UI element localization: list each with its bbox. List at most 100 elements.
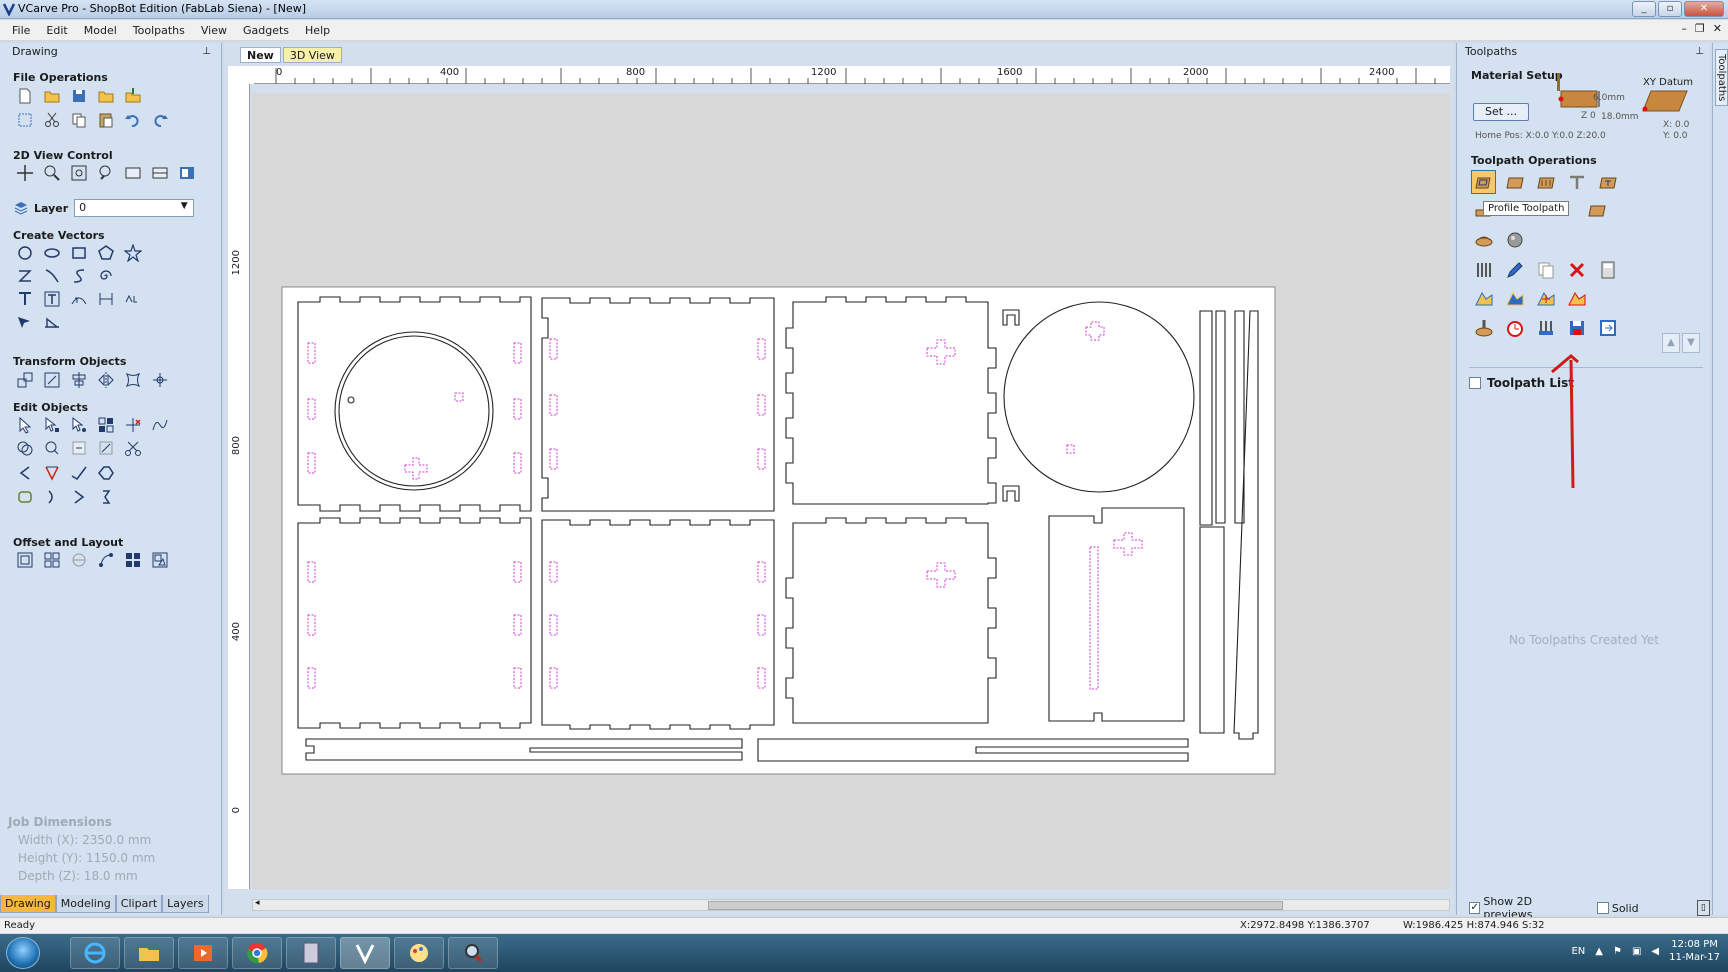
weld-icon[interactable] — [13, 437, 36, 459]
minimize-button[interactable]: _ — [1632, 1, 1656, 17]
distort-icon[interactable] — [121, 369, 144, 391]
move-up-icon[interactable]: ▲ — [1662, 333, 1680, 353]
dogbone-icon[interactable] — [40, 462, 63, 484]
time-estimate-icon[interactable] — [1502, 316, 1527, 340]
pan-icon[interactable] — [13, 162, 36, 184]
set-size-icon[interactable] — [40, 369, 63, 391]
zoom-out-icon[interactable] — [94, 162, 117, 184]
menu-model[interactable]: Model — [76, 24, 125, 37]
delete-toolpath-icon[interactable] — [1564, 258, 1589, 282]
auto-layout-text-icon[interactable] — [40, 288, 63, 310]
toolpath-list-checkbox[interactable] — [1469, 376, 1481, 389]
volume-icon[interactable]: ◀ — [1651, 946, 1659, 957]
taskbar-chrome[interactable] — [232, 937, 282, 969]
align-icon[interactable] — [67, 369, 90, 391]
tab-modeling[interactable]: Modeling — [55, 895, 116, 913]
fillet-icon[interactable] — [67, 437, 90, 459]
taskbar-paint[interactable] — [394, 937, 444, 969]
scroll-left-icon[interactable]: ◂ — [255, 898, 260, 908]
curve-fit-icon[interactable] — [148, 414, 171, 436]
corner-icon[interactable] — [13, 462, 36, 484]
design-canvas[interactable] — [252, 93, 1450, 889]
mdi-minimize-button[interactable]: – — [1681, 22, 1687, 35]
redo-icon[interactable] — [148, 109, 171, 131]
offset-icon[interactable] — [13, 549, 36, 571]
text-arc-icon[interactable] — [121, 288, 144, 310]
xy-datum-icon[interactable] — [1641, 89, 1689, 113]
copy-along-vectors-icon[interactable] — [94, 549, 117, 571]
close-button[interactable]: ✕ — [1684, 1, 1724, 17]
flag-icon[interactable]: ⚑ — [1613, 946, 1622, 957]
angle-icon[interactable] — [67, 486, 90, 508]
toggle-view-icon[interactable] — [175, 162, 198, 184]
design-drawing[interactable] — [252, 93, 1450, 889]
toolpath-calculator-icon[interactable] — [1595, 258, 1620, 282]
fillet-rect-icon[interactable] — [13, 486, 36, 508]
transform-select-icon[interactable] — [67, 414, 90, 436]
new-file-icon[interactable] — [13, 85, 36, 107]
node-edit-icon[interactable] — [40, 414, 63, 436]
material-set-button[interactable]: Set ... — [1473, 103, 1529, 121]
export-toolpath-icon[interactable] — [1595, 316, 1620, 340]
select-all-icon[interactable] — [13, 109, 36, 131]
clock[interactable]: 12:08 PM 11-Mar-17 — [1669, 938, 1720, 964]
paste-icon[interactable] — [94, 109, 117, 131]
recalculate-visible-icon[interactable] — [1502, 287, 1527, 311]
trim-icon[interactable] — [121, 414, 144, 436]
menu-help[interactable]: Help — [297, 24, 338, 37]
copy-icon[interactable] — [67, 109, 90, 131]
taskbar-explorer[interactable] — [124, 937, 174, 969]
mirror-icon[interactable] — [94, 369, 117, 391]
tab-new-document[interactable]: New — [240, 47, 281, 63]
cut-icon[interactable] — [40, 109, 63, 131]
close-vector-icon[interactable] — [94, 486, 117, 508]
solid-checkbox[interactable] — [1596, 902, 1609, 914]
subtract-icon[interactable] — [40, 437, 63, 459]
preview-toolpaths-icon[interactable] — [1471, 316, 1496, 340]
start-button[interactable] — [6, 937, 40, 969]
edit-toolpath-icon[interactable] — [1502, 258, 1527, 282]
taskbar-ie[interactable] — [70, 937, 120, 969]
maximize-button[interactable]: ▫ — [1658, 1, 1682, 17]
undo-icon[interactable] — [121, 109, 144, 131]
interactive-select-icon[interactable] — [94, 414, 117, 436]
text-on-curve-icon[interactable] — [67, 288, 90, 310]
taskbar-vcarve[interactable] — [340, 937, 390, 969]
mdi-close-button[interactable]: ✕ — [1713, 22, 1722, 35]
spiral-tool-icon[interactable] — [94, 265, 117, 287]
scrollbar-thumb[interactable] — [708, 901, 1283, 910]
save-file-icon[interactable] — [67, 85, 90, 107]
tab-clipart[interactable]: Clipart — [115, 895, 163, 913]
zoom-selected-icon[interactable] — [121, 162, 144, 184]
save-toolpath-icon[interactable] — [1564, 316, 1589, 340]
import-icon[interactable] — [121, 85, 144, 107]
ruler-corner[interactable] — [228, 66, 254, 84]
copy-along-icon[interactable] — [67, 549, 90, 571]
menu-file[interactable]: File — [4, 24, 38, 37]
star-tool-icon[interactable] — [121, 242, 144, 264]
taskbar-magnifier[interactable] — [448, 937, 498, 969]
inlay-toolpath-icon[interactable] — [1595, 170, 1620, 194]
tab-drawing[interactable]: Drawing — [0, 895, 56, 913]
zoom-extents-icon[interactable] — [67, 162, 90, 184]
tool-database-icon[interactable] — [1471, 258, 1496, 282]
extend-icon[interactable] — [67, 462, 90, 484]
split-view-icon[interactable] — [148, 162, 171, 184]
spline-tool-icon[interactable] — [40, 265, 63, 287]
show-2d-previews-checkbox[interactable]: ✓ — [1469, 902, 1481, 914]
ellipse-tool-icon[interactable] — [40, 242, 63, 264]
layer-dropdown[interactable]: 0 ▼ — [74, 199, 195, 217]
profile-toolpath-icon[interactable] — [1471, 170, 1496, 194]
zoom-icon[interactable] — [40, 162, 63, 184]
pocket-toolpath-icon[interactable] — [1502, 170, 1527, 194]
open-file-icon[interactable] — [40, 85, 63, 107]
solid-option[interactable]: Solid — [1596, 902, 1639, 915]
3d-roughing-icon[interactable] — [1471, 228, 1496, 252]
dimension-tool-icon[interactable] — [94, 288, 117, 310]
tab-3d-view[interactable]: 3D View — [282, 47, 342, 63]
network-icon[interactable]: ▣ — [1632, 946, 1641, 957]
draw-tool-icon[interactable] — [13, 311, 36, 333]
pin-icon[interactable]: ⊥ — [202, 46, 211, 57]
menu-edit[interactable]: Edit — [38, 24, 75, 37]
rectangle-tool-icon[interactable] — [67, 242, 90, 264]
